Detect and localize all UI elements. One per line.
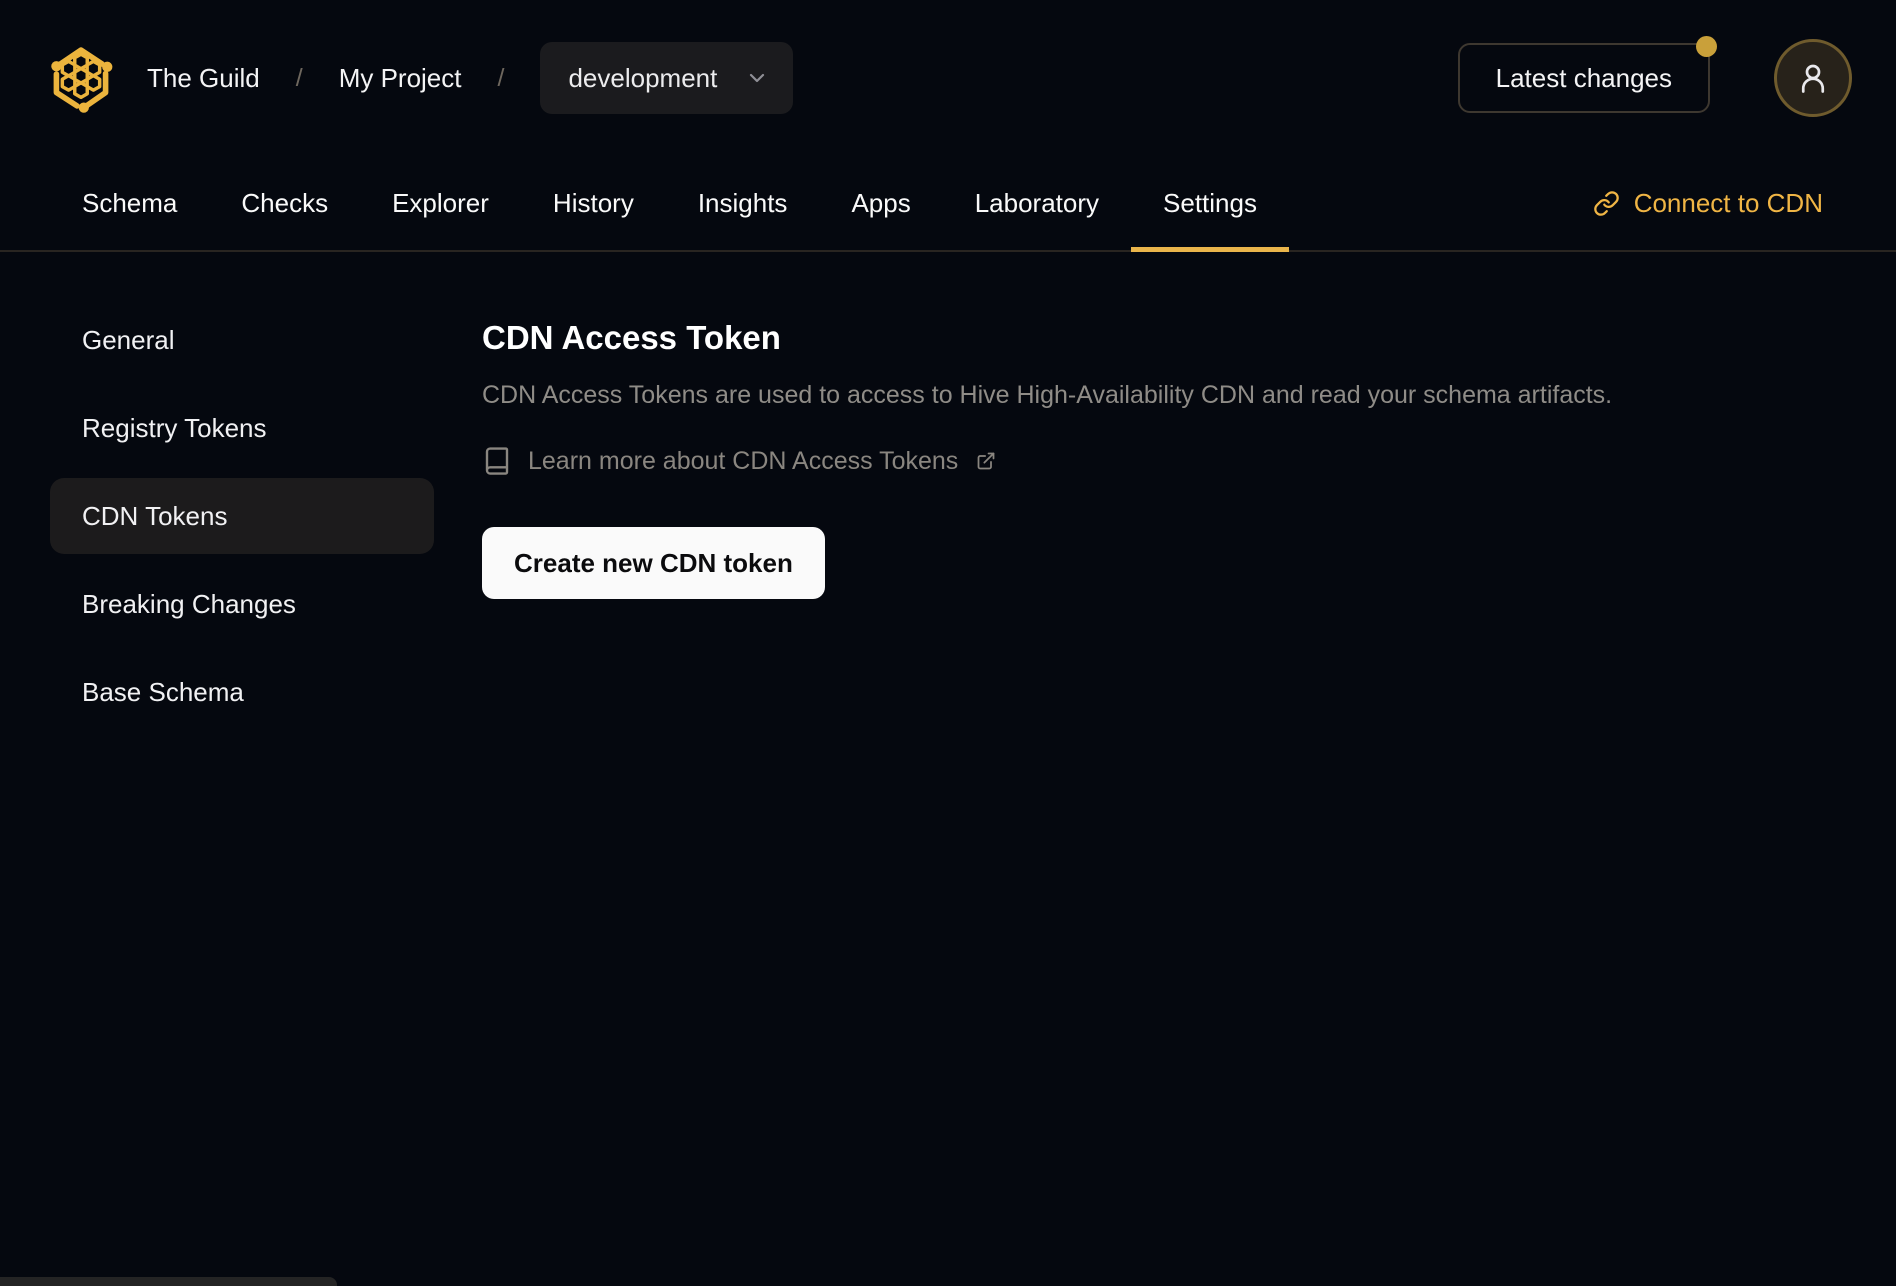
breadcrumb: The Guild / My Project / development [147, 42, 794, 114]
tab-bar: Schema Checks Explorer History Insights … [0, 156, 1896, 252]
settings-sidebar: General Registry Tokens CDN Tokens Break… [50, 302, 434, 730]
create-cdn-token-button[interactable]: Create new CDN token [482, 527, 825, 599]
breadcrumb-project[interactable]: My Project [339, 63, 462, 94]
topbar-right-group: Latest changes [1457, 36, 1852, 117]
latest-changes-button[interactable]: Latest changes [1457, 36, 1717, 113]
link-icon [1593, 190, 1619, 216]
sidebar-item-cdn-tokens[interactable]: CDN Tokens [50, 478, 434, 554]
sidebar-item-general[interactable]: General [50, 302, 434, 378]
hive-logo-icon[interactable] [45, 40, 117, 116]
bottom-toast-sliver[interactable] [0, 1277, 337, 1286]
tab-explorer[interactable]: Explorer [360, 156, 521, 250]
user-menu-avatar[interactable] [1774, 39, 1852, 117]
tab-insights[interactable]: Insights [666, 156, 820, 250]
breadcrumb-separator: / [497, 63, 505, 92]
tab-checks[interactable]: Checks [209, 156, 360, 250]
top-bar: The Guild / My Project / development Lat… [0, 0, 1896, 156]
tab-history[interactable]: History [521, 156, 666, 250]
breadcrumb-separator: / [295, 63, 303, 92]
tab-schema[interactable]: Schema [50, 156, 209, 250]
target-select-value: development [568, 62, 718, 93]
sidebar-item-base-schema[interactable]: Base Schema [50, 654, 434, 730]
sidebar-item-registry-tokens[interactable]: Registry Tokens [50, 390, 434, 466]
main-panel: CDN Access Token CDN Access Tokens are u… [482, 302, 1896, 599]
breadcrumb-org[interactable]: The Guild [147, 63, 260, 94]
chevron-down-icon [750, 73, 765, 83]
user-icon [1801, 64, 1825, 93]
learn-more-label: Learn more about CDN Access Tokens [528, 446, 959, 475]
connect-to-cdn-link[interactable]: Connect to CDN [1593, 156, 1823, 250]
tab-settings[interactable]: Settings [1131, 156, 1289, 252]
connect-to-cdn-label: Connect to CDN [1633, 187, 1823, 218]
latest-changes-label: Latest changes [1495, 62, 1672, 93]
book-icon [485, 447, 509, 475]
tab-apps[interactable]: Apps [819, 156, 942, 250]
external-link-icon [977, 452, 995, 470]
notification-dot [1696, 36, 1717, 57]
page-title: CDN Access Token [482, 319, 781, 356]
content-area: General Registry Tokens CDN Tokens Break… [0, 252, 1896, 730]
target-select[interactable]: development [540, 42, 794, 114]
learn-more-link[interactable]: Learn more about CDN Access Tokens [482, 446, 996, 476]
sidebar-item-breaking-changes[interactable]: Breaking Changes [50, 566, 434, 642]
page-description: CDN Access Tokens are used to access to … [482, 381, 1613, 409]
tab-laboratory[interactable]: Laboratory [943, 156, 1131, 250]
